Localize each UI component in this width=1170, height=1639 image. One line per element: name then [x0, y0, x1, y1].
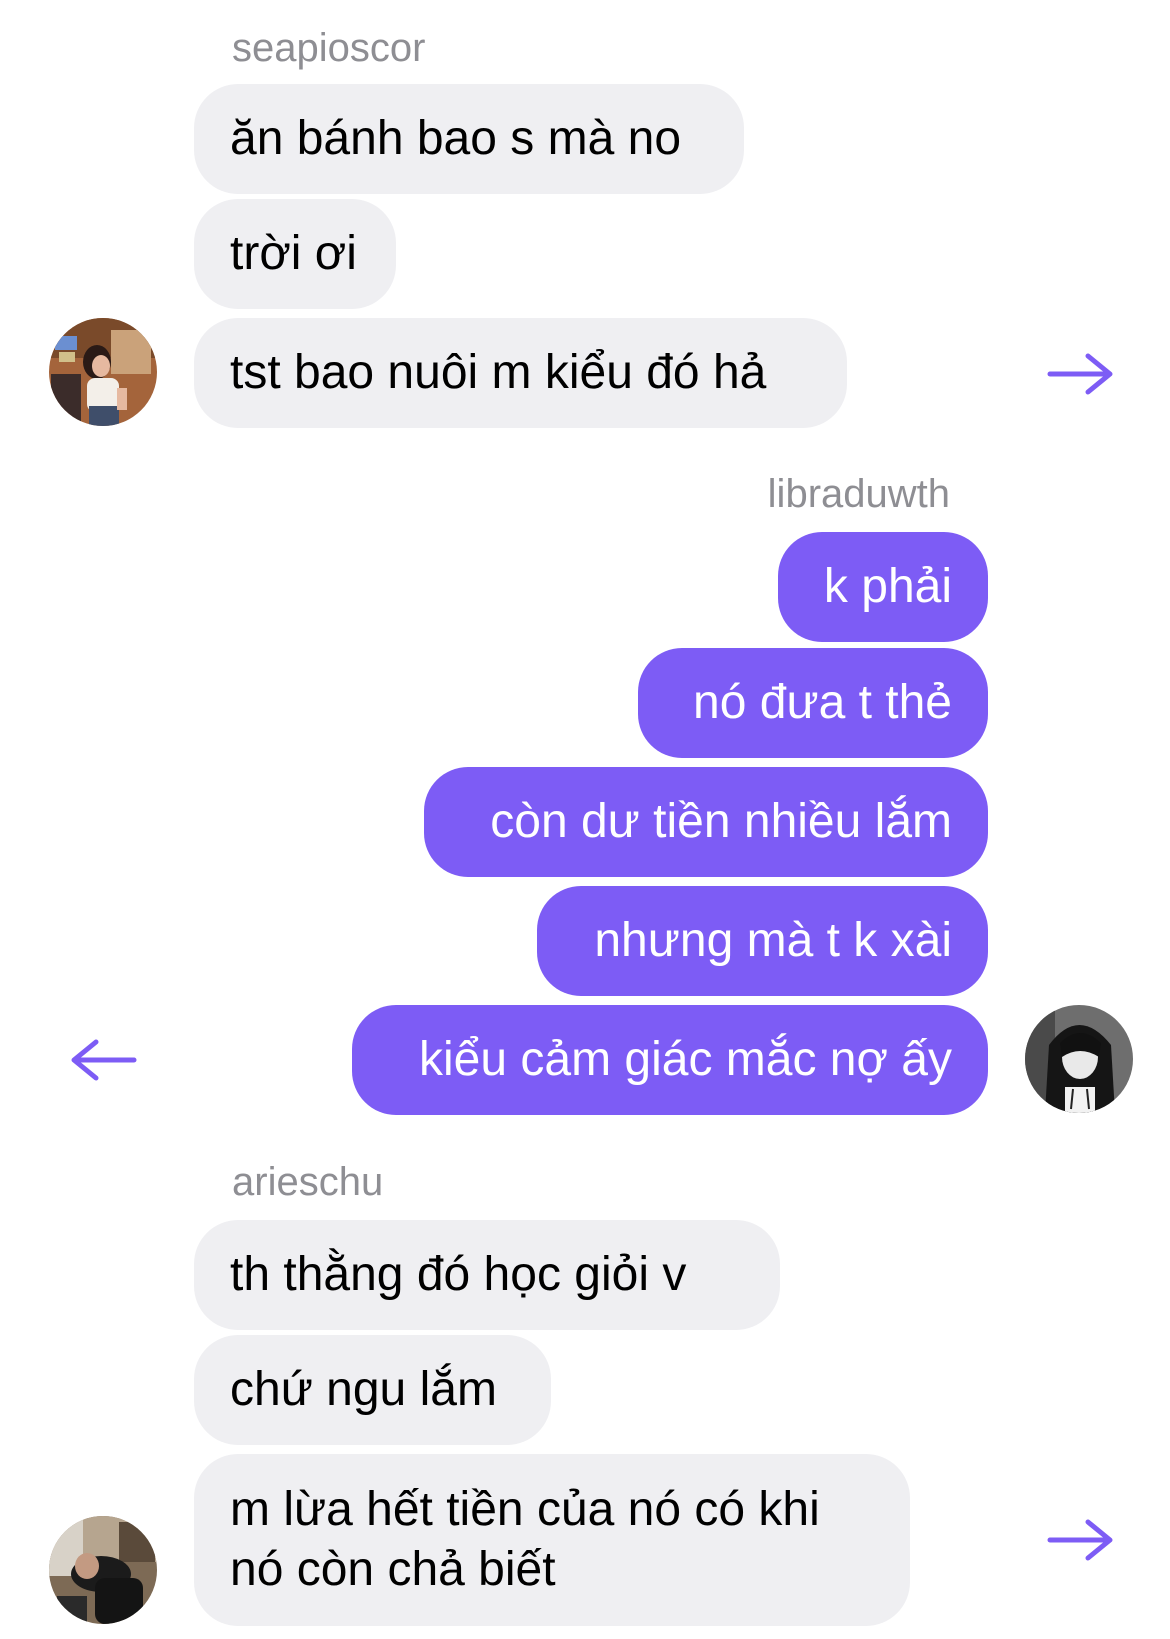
message-bubble[interactable]: trời ơi — [194, 199, 396, 309]
message-bubble[interactable]: tst bao nuôi m kiểu đó hả — [194, 318, 847, 428]
sender-name[interactable]: libraduwth — [768, 474, 950, 514]
arrow-right-icon[interactable] — [1046, 1518, 1116, 1562]
message-bubble[interactable]: còn dư tiền nhiều lắm — [424, 767, 988, 877]
avatar-image — [49, 1516, 157, 1624]
sender-name[interactable]: arieschu — [232, 1162, 383, 1202]
message-text: k phải — [823, 560, 952, 613]
message-text: kiểu cảm giác mắc nợ ấy — [418, 1033, 952, 1086]
message-bubble[interactable]: kiểu cảm giác mắc nợ ấy — [352, 1005, 988, 1115]
message-text: nó đưa t thẻ — [693, 676, 952, 729]
message-text: tst bao nuôi m kiểu đó hả — [230, 346, 767, 399]
message-bubble[interactable]: m lừa hết tiền của nó có khi nó còn chả … — [194, 1454, 910, 1626]
message-text: trời ơi — [230, 227, 357, 280]
message-bubble[interactable]: nó đưa t thẻ — [638, 648, 988, 758]
message-text: nhưng mà t k xài — [594, 914, 952, 967]
avatar-image — [49, 318, 157, 426]
arrow-right-icon[interactable] — [1046, 352, 1116, 396]
message-text: chứ ngu lắm — [230, 1363, 497, 1416]
message-bubble[interactable]: nhưng mà t k xài — [537, 886, 988, 996]
message-bubble[interactable]: k phải — [778, 532, 988, 642]
avatar[interactable] — [49, 318, 157, 426]
avatar[interactable] — [49, 1516, 157, 1624]
message-text: ăn bánh bao s mà no — [230, 112, 682, 165]
message-bubble[interactable]: ăn bánh bao s mà no — [194, 84, 744, 194]
message-text: m lừa hết tiền của nó có khi nó còn chả … — [230, 1483, 820, 1596]
avatar-image — [1025, 1005, 1133, 1113]
avatar[interactable] — [1025, 1005, 1133, 1113]
message-bubble[interactable]: chứ ngu lắm — [194, 1335, 551, 1445]
arrow-left-icon[interactable] — [68, 1038, 138, 1082]
message-text: th thằng đó học giỏi v — [230, 1248, 687, 1301]
message-text: còn dư tiền nhiều lắm — [490, 795, 952, 848]
message-bubble[interactable]: th thằng đó học giỏi v — [194, 1220, 780, 1330]
sender-name[interactable]: seapioscor — [232, 28, 425, 68]
